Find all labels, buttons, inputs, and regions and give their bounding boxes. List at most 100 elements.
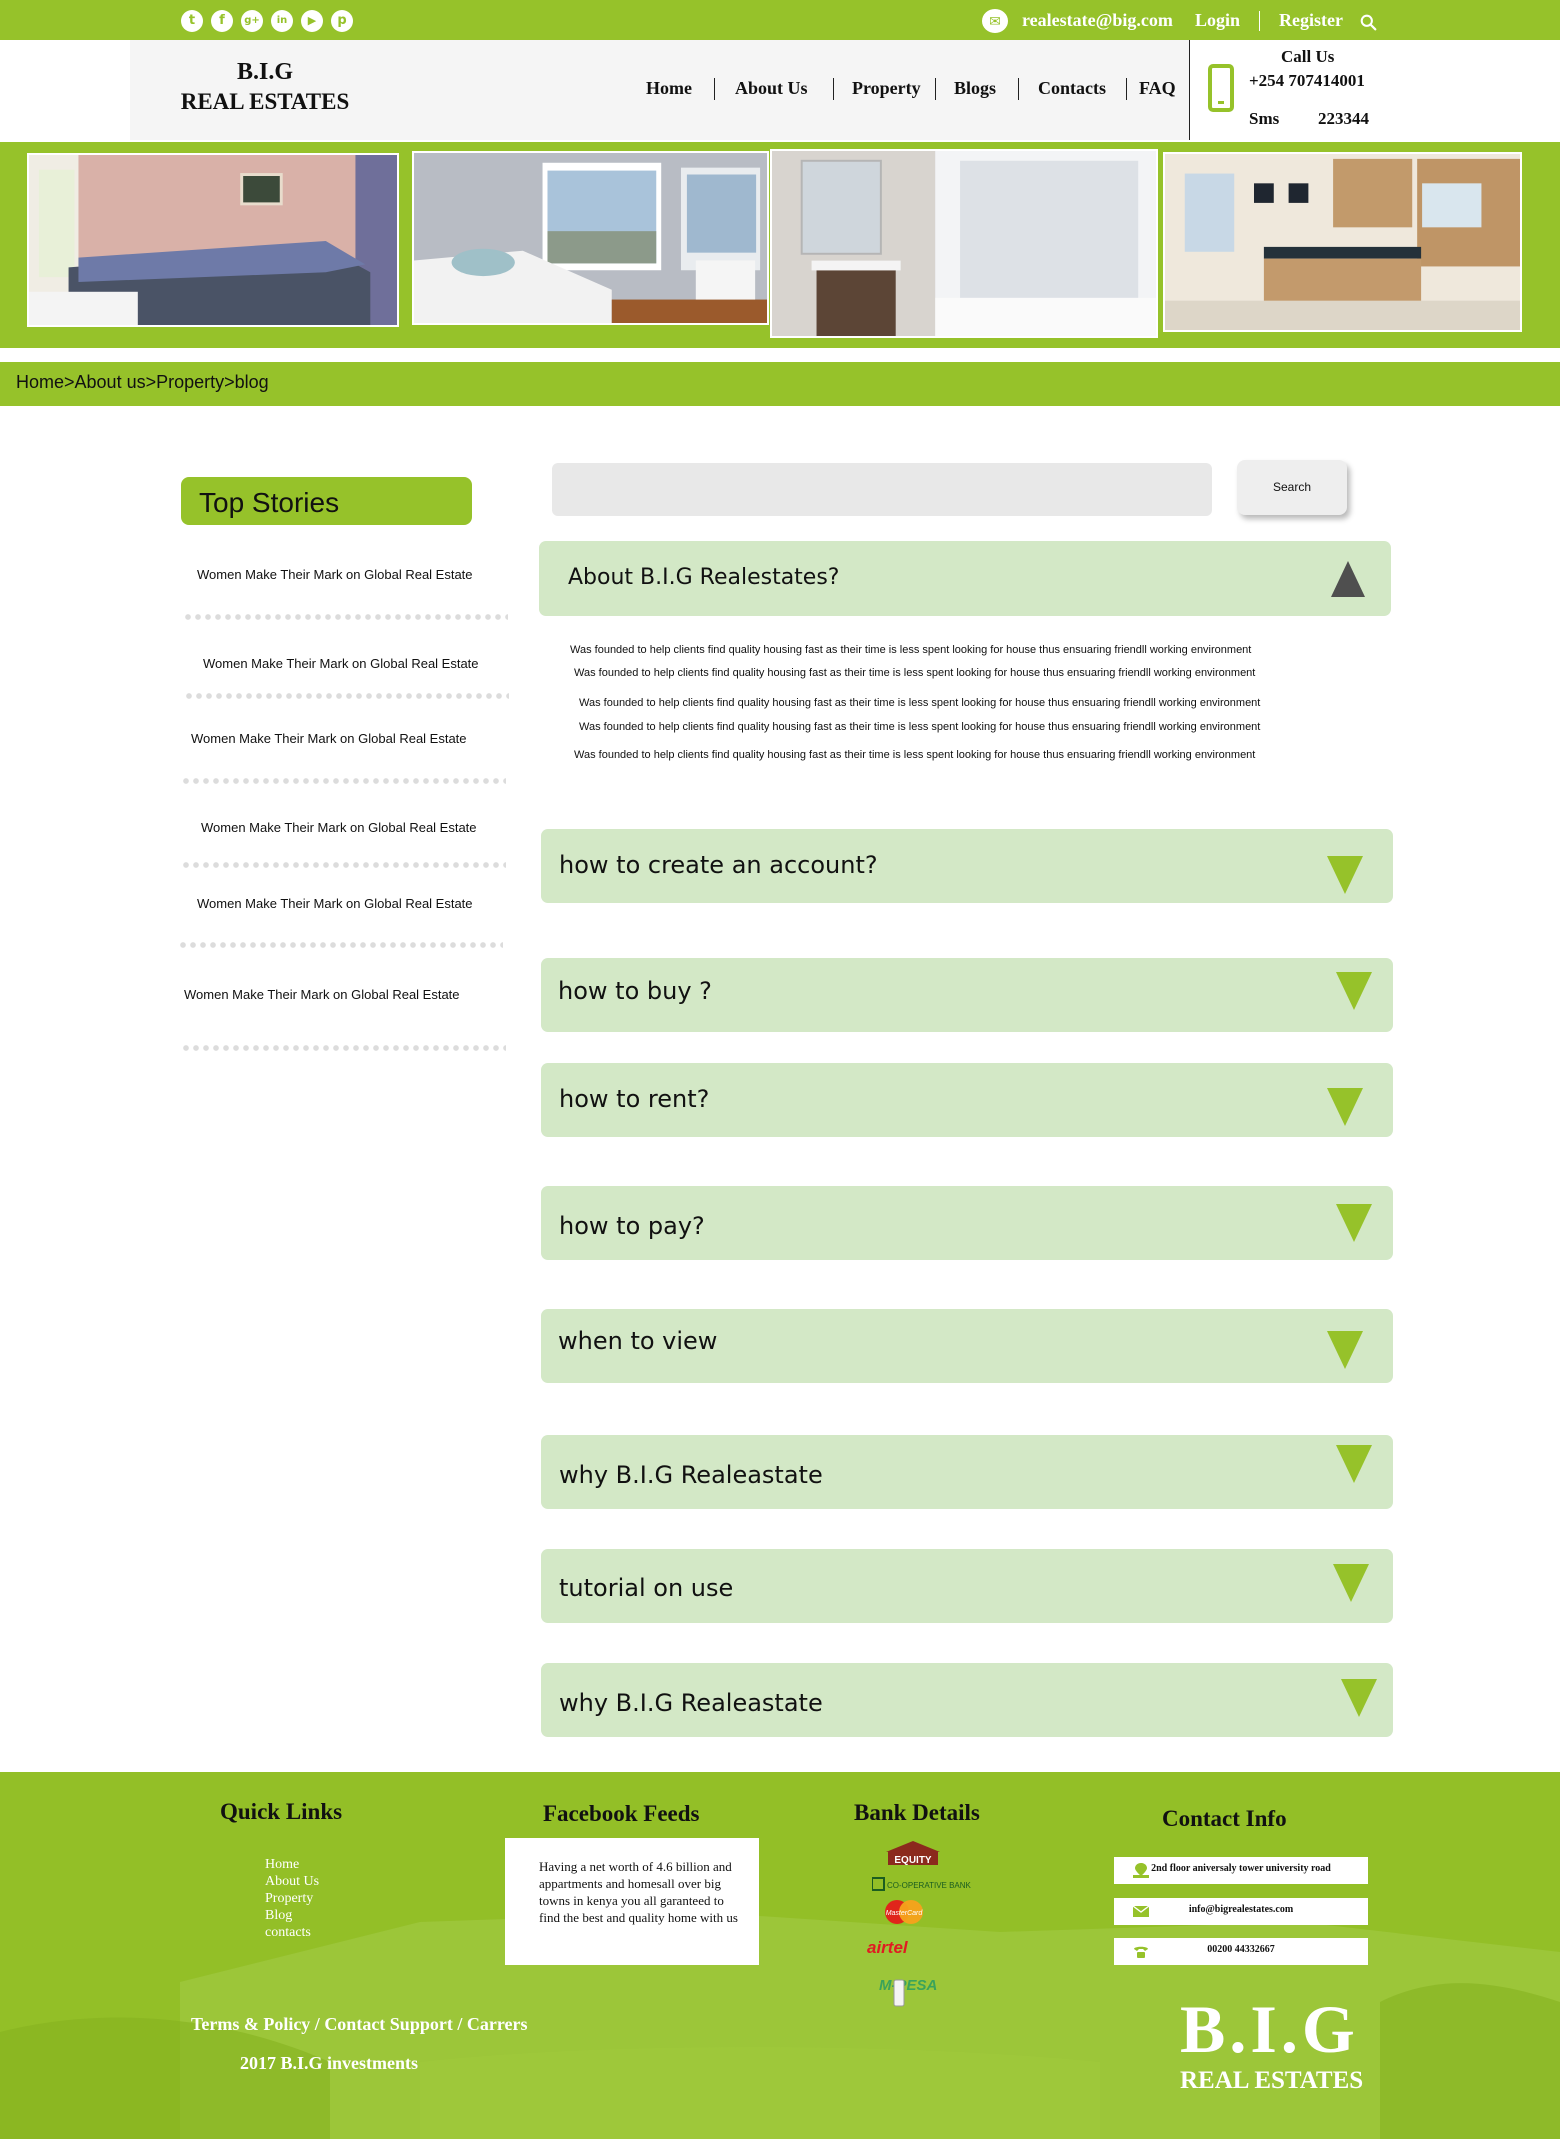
faq-answer-line: Was founded to help clients find quality…	[574, 667, 1256, 679]
chevron-down-icon[interactable]	[1336, 1204, 1372, 1242]
faq-item-title: how to rent?	[559, 1085, 710, 1113]
faq-item-title: when to view	[558, 1327, 718, 1355]
chevron-down-icon[interactable]	[1341, 1679, 1377, 1717]
airtel-logo: airtel	[865, 1937, 961, 1957]
faq-item-rent[interactable]: how to rent?	[541, 1063, 1393, 1137]
mpesa-logo: M-PESA	[877, 1972, 949, 2008]
contact-phone[interactable]: 00200 44332667	[1114, 1938, 1368, 1965]
faq-item-view[interactable]: when to view	[541, 1309, 1393, 1383]
phone-number[interactable]: +254 707414001	[1249, 71, 1365, 91]
linkedin-icon[interactable]: in	[271, 10, 293, 32]
mobile-phone-icon	[1208, 64, 1234, 112]
airtel-logo-text: airtel	[867, 1938, 909, 1957]
google-plus-icon[interactable]: g+	[241, 10, 263, 32]
contact-phone-text[interactable]: 00200 44332667	[1114, 1944, 1368, 1955]
equity-logo-text: EQUITY	[894, 1855, 932, 1866]
register-link[interactable]: Register	[1279, 10, 1343, 31]
login-link[interactable]: Login	[1195, 10, 1240, 31]
living-room-photo	[27, 153, 399, 327]
kitchen-photo	[1163, 152, 1522, 332]
contact-address: 2nd floor aniversaly tower university ro…	[1114, 1857, 1368, 1884]
call-us-label: Call Us	[1281, 47, 1335, 66]
youtube-icon[interactable]: ▶	[301, 10, 323, 32]
sms-label: Sms	[1249, 109, 1280, 128]
dotted-divider	[181, 862, 506, 868]
footer-link-contacts[interactable]: contacts	[265, 1925, 311, 1941]
footer-legal-links[interactable]: Terms & Policy / Contact Support / Carre…	[191, 2014, 527, 2035]
logo-line-2[interactable]: REAL ESTATES	[155, 89, 375, 115]
dotted-divider	[178, 942, 503, 948]
footer-link-home[interactable]: Home	[265, 1857, 299, 1873]
cooperative-bank-logo: CO-OPERATIVE BANK	[871, 1877, 972, 1891]
header-divider	[1189, 40, 1190, 140]
faq-answer-line: Was founded to help clients find quality…	[574, 749, 1256, 761]
bedroom-photo	[412, 151, 769, 325]
footer-link-property[interactable]: Property	[265, 1891, 313, 1907]
story-link[interactable]: Women Make Their Mark on Global Real Est…	[184, 987, 460, 1002]
nav-faq[interactable]: FAQ	[1139, 78, 1176, 99]
faq-item-title: why B.I.G Realeastate	[559, 1461, 823, 1489]
faq-item-title: why B.I.G Realeastate	[559, 1689, 823, 1717]
search-input[interactable]	[552, 463, 1212, 516]
faq-answer-line: Was founded to help clients find quality…	[579, 721, 1261, 733]
nav-contacts[interactable]: Contacts	[1038, 78, 1106, 99]
breadcrumb[interactable]: Home>About us>Property>blog	[16, 372, 269, 393]
chevron-down-icon[interactable]	[1327, 1331, 1363, 1369]
mail-icon: ✉	[982, 9, 1008, 33]
dotted-divider	[181, 1045, 506, 1051]
chevron-down-icon[interactable]	[1327, 1088, 1363, 1126]
chevron-down-icon[interactable]	[1336, 972, 1372, 1010]
search-button[interactable]: Search	[1237, 460, 1347, 515]
nav-property[interactable]: Property	[852, 78, 921, 99]
chevron-down-icon[interactable]	[1336, 1445, 1372, 1483]
faq-item-title: how to buy ?	[558, 977, 712, 1005]
story-link[interactable]: Women Make Their Mark on Global Real Est…	[191, 731, 467, 746]
facebook-icon[interactable]: f	[211, 10, 233, 32]
nav-divider	[1126, 78, 1127, 100]
mastercard-logo-text: MasterCard	[886, 1910, 924, 1917]
faq-answer-line: Was founded to help clients find quality…	[579, 697, 1261, 709]
nav-divider	[714, 78, 715, 100]
dotted-divider	[184, 693, 509, 699]
nav-about-us[interactable]: About Us	[735, 78, 808, 99]
contact-email-text[interactable]: info@bigrealestates.com	[1114, 1904, 1368, 1915]
story-link[interactable]: Women Make Their Mark on Global Real Est…	[201, 820, 477, 835]
contact-address-text: 2nd floor aniversaly tower university ro…	[1151, 1863, 1331, 1874]
nav-home[interactable]: Home	[646, 78, 692, 99]
faq-item-title: how to create an account?	[559, 851, 878, 879]
faq-answer-line: Was founded to help clients find quality…	[570, 644, 1252, 656]
logo-line-1[interactable]: B.I.G	[155, 59, 375, 86]
story-link[interactable]: Women Make Their Mark on Global Real Est…	[197, 567, 473, 582]
dotted-divider	[183, 614, 508, 620]
chevron-down-icon[interactable]	[1327, 856, 1363, 894]
faq-item-tutorial[interactable]: tutorial on use	[541, 1549, 1393, 1623]
copyright-text: 2017 B.I.G investments	[240, 2053, 419, 2073]
facebook-feeds-heading: Facebook Feeds	[543, 1801, 700, 1826]
faq-item-title: tutorial on use	[559, 1574, 734, 1602]
footer-link-about[interactable]: About Us	[265, 1874, 319, 1890]
chevron-down-icon[interactable]	[1333, 1564, 1369, 1602]
faq-item-why-big-2[interactable]: why B.I.G Realeastate	[541, 1663, 1393, 1737]
footer-link-blog[interactable]: Blog	[265, 1908, 292, 1924]
story-link[interactable]: Women Make Their Mark on Global Real Est…	[203, 656, 479, 671]
story-link[interactable]: Women Make Their Mark on Global Real Est…	[197, 896, 473, 911]
chevron-up-icon[interactable]	[1331, 561, 1365, 597]
faq-item-create-account[interactable]: how to create an account?	[541, 829, 1393, 903]
pinterest-icon[interactable]: p	[331, 10, 353, 32]
sms-number: 223344	[1318, 109, 1369, 128]
faq-item-about-open[interactable]: About B.I.G Realestates?	[539, 541, 1391, 616]
equity-bank-logo: EQUITY	[882, 1840, 944, 1866]
nav-blogs[interactable]: Blogs	[954, 78, 996, 99]
nav-divider	[1018, 78, 1019, 100]
dotted-divider	[181, 778, 506, 784]
faq-item-why-big[interactable]: why B.I.G Realeastate	[541, 1435, 1393, 1509]
quick-links-heading: Quick Links	[220, 1799, 343, 1824]
faq-item-buy[interactable]: how to buy ?	[541, 958, 1393, 1032]
search-icon[interactable]	[1360, 14, 1377, 31]
twitter-icon[interactable]: t	[181, 10, 203, 32]
bathroom-photo	[770, 149, 1158, 338]
email-link[interactable]: realestate@big.com	[1022, 10, 1173, 31]
contact-email[interactable]: info@bigrealestates.com	[1114, 1898, 1368, 1925]
faq-item-pay[interactable]: how to pay?	[541, 1186, 1393, 1260]
bank-details-heading: Bank Details	[854, 1800, 980, 1825]
